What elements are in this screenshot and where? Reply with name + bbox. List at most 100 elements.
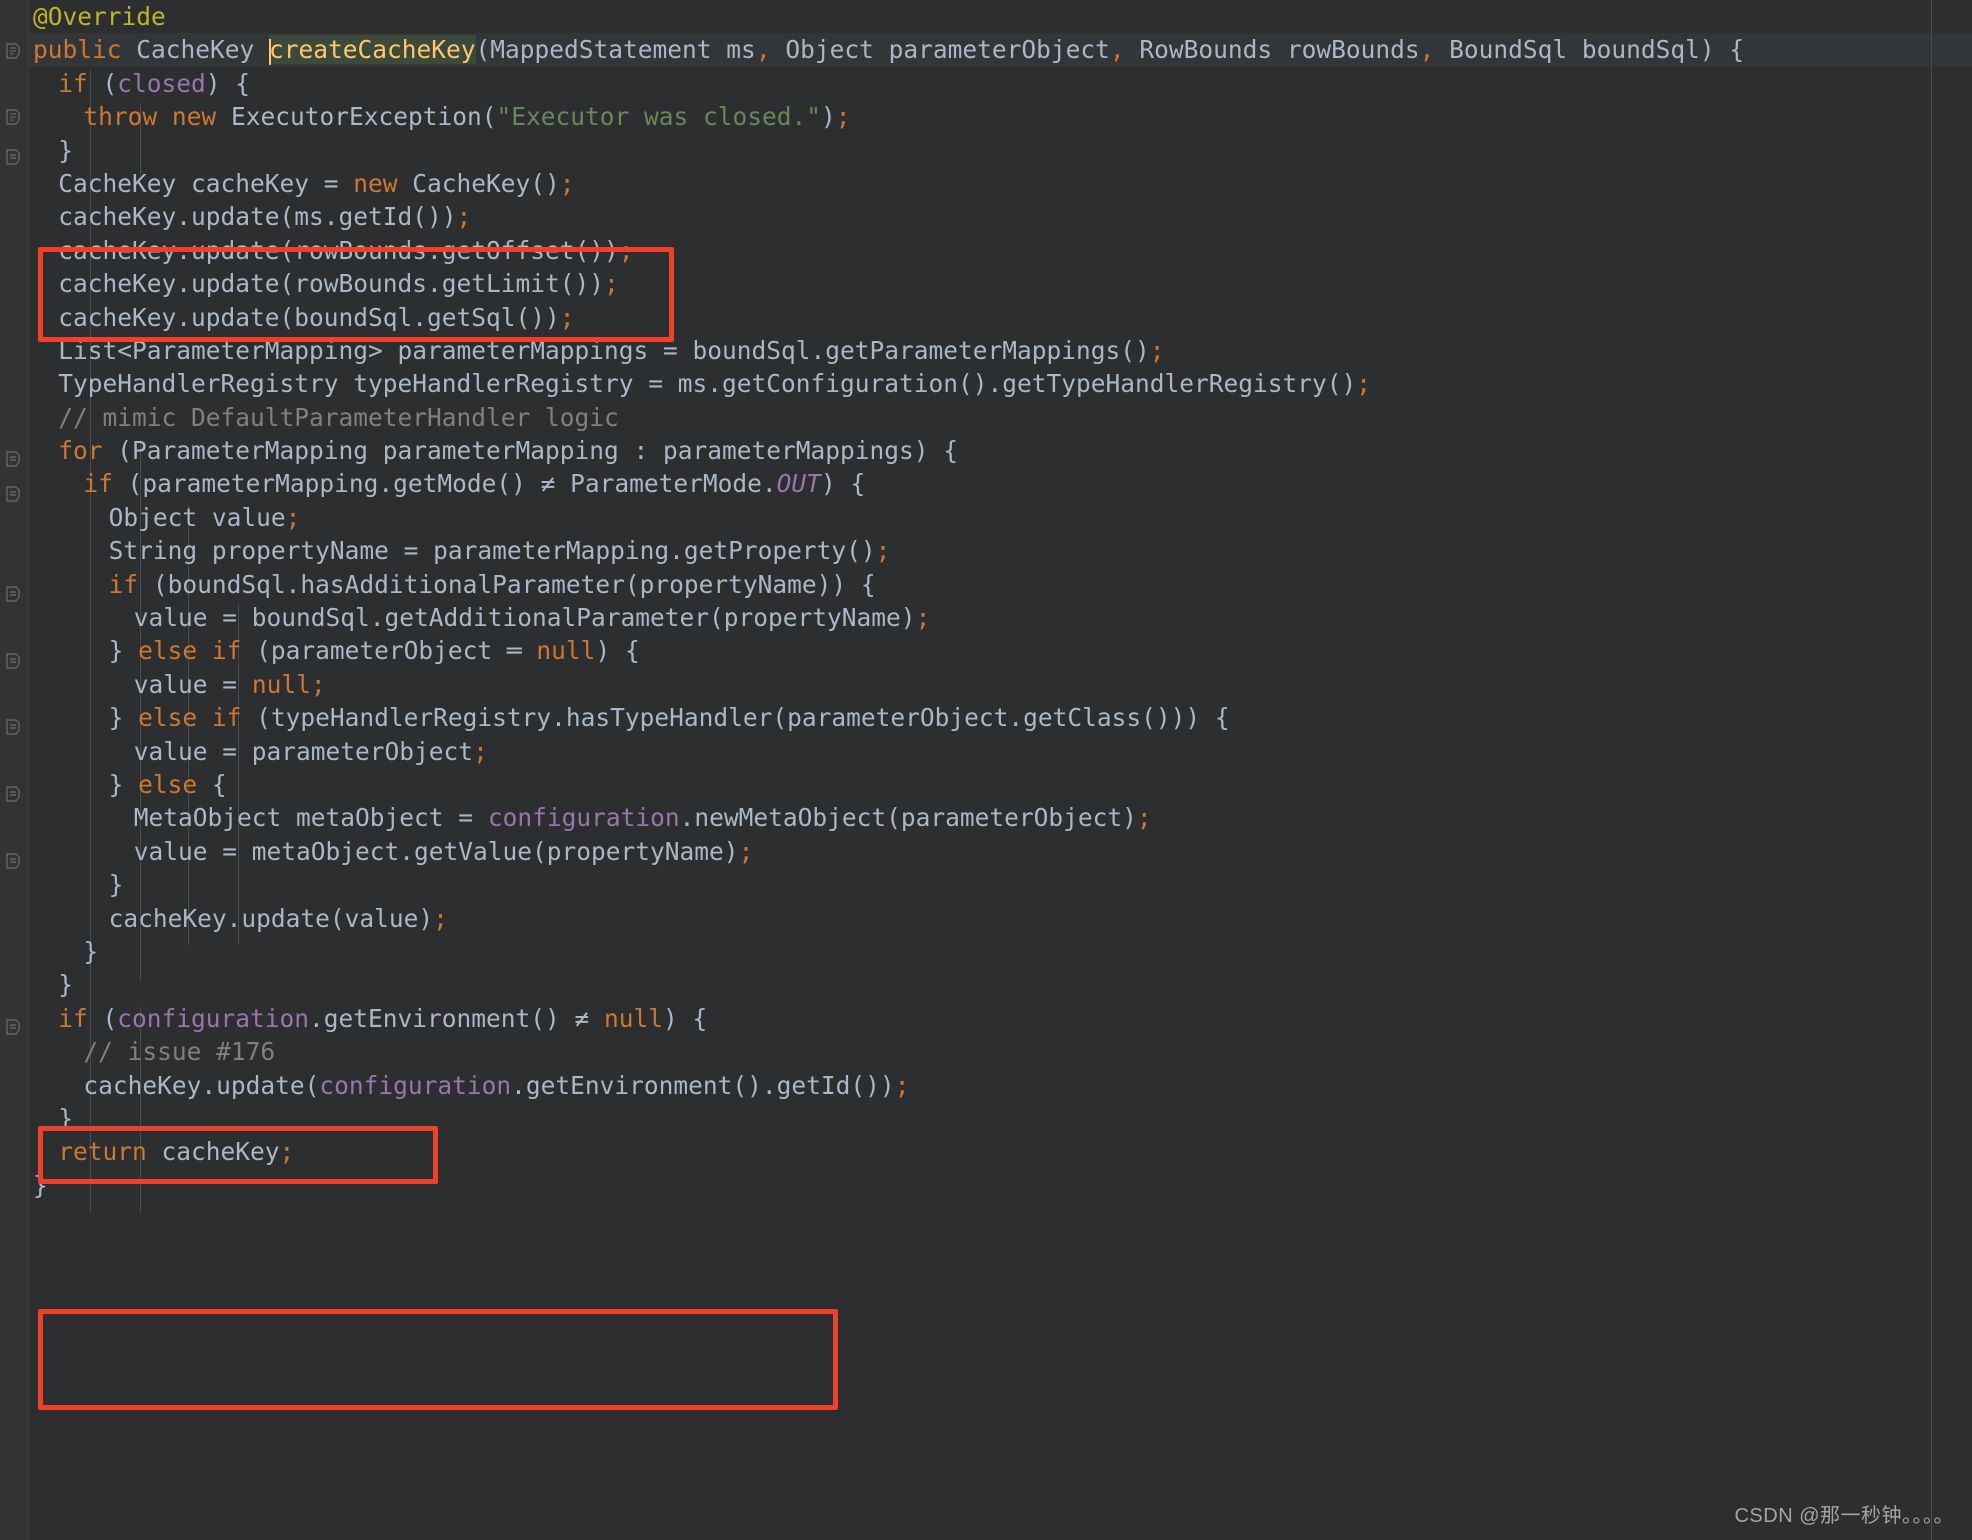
code-token: configuration (319, 1070, 512, 1100)
code-token: configuration (117, 1003, 309, 1033)
code-line: @Override (29, 0, 1972, 33)
code-token: BoundSql boundSql) { (1434, 35, 1745, 65)
code-token: Object parameterObject (770, 35, 1110, 65)
code-line: cacheKey.update(ms.getId()); (29, 200, 1972, 233)
code-token: ) { (205, 68, 250, 98)
code-token: ; (738, 836, 754, 866)
code-line: value = parameterObject; (29, 735, 1972, 768)
code-token: return (58, 1137, 147, 1167)
code-token: @Override (33, 2, 166, 31)
collapse-fold-icon[interactable] (4, 485, 22, 503)
code-token: (parameterMapping.getMode() ≠ ParameterM… (112, 469, 777, 499)
editor-gutter[interactable] (0, 0, 29, 1540)
code-token: (typeHandlerRegistry.hasTypeHandler(para… (241, 703, 1230, 733)
code-token: if (83, 469, 113, 499)
collapse-fold-icon[interactable] (4, 450, 22, 468)
collapse-fold-icon[interactable] (4, 718, 22, 736)
code-token: String propertyName = parameterMapping.g… (108, 536, 876, 566)
collapse-fold-icon[interactable] (4, 852, 22, 870)
code-token: (parameterObject ═ (241, 636, 537, 666)
code-line: } (29, 935, 1972, 968)
code-token: public (33, 35, 122, 65)
code-token: ; (1136, 803, 1152, 833)
code-token: RowBounds rowBounds (1124, 35, 1420, 65)
code-token: } (58, 135, 73, 165)
code-token: ; (279, 1137, 295, 1167)
implementing-method-icon[interactable] (4, 108, 22, 126)
code-line: String propertyName = parameterMapping.g… (29, 534, 1972, 567)
code-token: CacheKey cacheKey = (58, 168, 354, 198)
code-token: for (58, 436, 103, 466)
code-line: } (29, 968, 1972, 1001)
code-token: ; (285, 502, 301, 532)
collapse-fold-icon[interactable] (4, 652, 22, 670)
code-token: , (1419, 35, 1435, 65)
code-token: OUT (776, 469, 821, 499)
code-token: cacheKey.update(rowBounds.getOffset()) (58, 235, 619, 265)
code-line: public CacheKey createCacheKey(MappedSta… (29, 33, 1972, 67)
code-area[interactable]: @Override public CacheKey createCacheKey(… (29, 0, 1972, 1540)
text-caret (269, 39, 272, 66)
right-margin-guide (1931, 0, 1932, 1540)
code-line: throw new ExecutorException("Executor wa… (29, 100, 1972, 133)
code-token: ; (310, 669, 326, 699)
code-line: Object value; (29, 501, 1972, 534)
code-token: } (33, 1170, 48, 1200)
code-token: else (138, 636, 198, 666)
code-line: // issue #176 (29, 1035, 1972, 1068)
code-token: , (1109, 35, 1125, 65)
collapse-fold-icon[interactable] (4, 148, 22, 166)
code-line: } (29, 1102, 1972, 1135)
implementing-method-icon[interactable] (4, 42, 22, 60)
code-token: throw (83, 102, 158, 132)
code-token: ) { (663, 1003, 708, 1033)
code-line: cacheKey.update(boundSql.getSql()); (29, 301, 1972, 334)
code-token: // mimic DefaultParameterHandler logic (58, 402, 619, 432)
code-line: cacheKey.update(configuration.getEnviron… (29, 1069, 1972, 1102)
code-line: if (configuration.getEnvironment() ≠ nul… (29, 1002, 1972, 1035)
code-token: List<ParameterMapping> parameterMappings… (58, 335, 1150, 365)
code-token: ; (835, 102, 851, 132)
code-line: } else if (parameterObject ═ null) { (29, 634, 1972, 667)
code-token: ExecutorException( (216, 102, 497, 132)
code-token: ; (559, 302, 575, 332)
code-line: } else if (typeHandlerRegistry.hasTypeHa… (29, 701, 1972, 734)
code-line: } (29, 134, 1972, 167)
code-editor[interactable]: @Override public CacheKey createCacheKey(… (0, 0, 1972, 1540)
csdn-watermark: CSDN @那一秒钟。。。。 (1734, 1505, 1954, 1527)
collapse-fold-icon[interactable] (4, 1018, 22, 1036)
code-line: return cacheKey; (29, 1135, 1972, 1168)
code-token: .getEnvironment() ≠ (308, 1003, 604, 1033)
code-token: TypeHandlerRegistry typeHandlerRegistry … (58, 369, 1357, 399)
code-token: CacheKey() (397, 168, 560, 198)
code-token: ; (875, 536, 891, 566)
code-line: cacheKey.update(rowBounds.getOffset()); (29, 234, 1972, 267)
code-token: (boundSql.hasAdditionalParameter(propert… (138, 569, 876, 599)
code-lines: @Override public CacheKey createCacheKey(… (29, 0, 1972, 1202)
code-token: ( (87, 1003, 118, 1033)
code-token: cacheKey.update(value) (108, 903, 434, 933)
code-token: null (604, 1003, 664, 1033)
code-token: ; (559, 168, 575, 198)
code-token: value = (133, 669, 252, 699)
code-token: } (58, 970, 73, 1000)
code-token: ) { (820, 469, 866, 499)
code-token: value = boundSql.getAdditionalParameter(… (133, 603, 916, 633)
collapse-fold-icon[interactable] (4, 785, 22, 803)
code-token: ; (433, 903, 448, 933)
code-line: } (29, 868, 1972, 901)
code-line: if (parameterMapping.getMode() ≠ Paramet… (29, 467, 1972, 500)
collapse-fold-icon[interactable] (4, 585, 22, 603)
code-token: ; (603, 269, 619, 299)
code-token: } (108, 703, 139, 733)
code-token: cacheKey.update( (83, 1070, 320, 1100)
code-line: if (closed) { (29, 67, 1972, 100)
code-token: Object value (108, 502, 286, 532)
code-line: // mimic DefaultParameterHandler logic (29, 401, 1972, 434)
code-token: createCacheKey (269, 35, 476, 65)
code-token: MetaObject metaObject = (133, 803, 488, 833)
code-line: if (boundSql.hasAdditionalParameter(prop… (29, 568, 1972, 601)
code-token: cacheKey (146, 1137, 280, 1167)
